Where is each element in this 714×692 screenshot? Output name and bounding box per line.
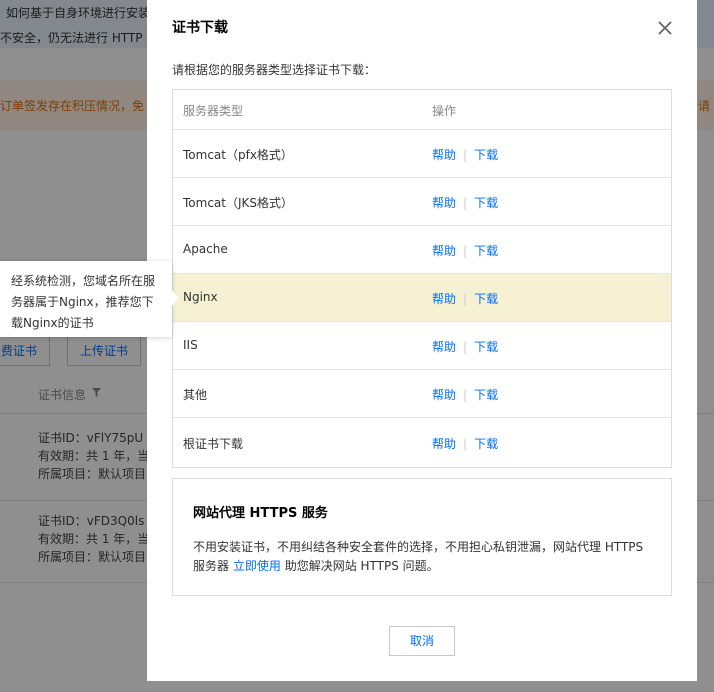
help-link[interactable]: 帮助	[432, 196, 456, 210]
download-link[interactable]: 下载	[474, 437, 498, 451]
table-header: 服务器类型 操作	[173, 90, 671, 130]
dialog-title: 证书下载	[172, 20, 228, 36]
server-type-header: 服务器类型	[183, 104, 244, 118]
https-proxy-panel: 网站代理 HTTPS 服务 不用安装证书，不用纠结各种安全套件的选择，不用担心私…	[172, 478, 672, 596]
table-row: 其他 帮助 | 下载	[173, 370, 671, 418]
tooltip-text: 经系统检测，您域名所在服务器属于Nginx，推荐您下载Nginx的证书	[11, 274, 156, 330]
help-link[interactable]: 帮助	[432, 244, 456, 258]
server-type-name: Apache	[183, 242, 228, 256]
download-link[interactable]: 下载	[474, 292, 498, 306]
table-row: IIS 帮助 | 下载	[173, 322, 671, 370]
server-type-name: Tomcat（JKS格式）	[183, 196, 294, 210]
table-row: Tomcat（JKS格式） 帮助 | 下载	[173, 178, 671, 226]
table-row: Tomcat（pfx格式） 帮助 | 下载	[173, 130, 671, 178]
https-proxy-title: 网站代理 HTTPS 服务	[193, 506, 328, 521]
help-link[interactable]: 帮助	[432, 388, 456, 402]
https-proxy-text: 不用安装证书，不用纠结各种安全套件的选择，不用担心私钥泄漏，网站代理 HTTPS…	[193, 540, 644, 573]
close-icon[interactable]	[656, 19, 674, 37]
table-row: 根证书下载 帮助 | 下载	[183, 437, 499, 451]
server-type-name: 根证书下载	[183, 437, 244, 451]
server-type-table: 服务器类型 操作 Tomcat（pfx格式） 帮助 | 下载 Tomcat（JKS格…	[172, 89, 672, 468]
help-link[interactable]: 帮助	[432, 148, 456, 162]
help-link[interactable]: 帮助	[432, 340, 456, 354]
table-row: Apache 帮助 | 下载	[173, 226, 671, 274]
download-link[interactable]: 下载	[474, 196, 498, 210]
action-header: 操作	[432, 104, 457, 118]
download-link[interactable]: 下载	[474, 340, 498, 354]
use-now-link[interactable]: 立即使用	[233, 559, 281, 573]
help-link[interactable]: 帮助	[432, 292, 456, 306]
tooltip-arrow	[172, 290, 179, 306]
server-type-name: Tomcat（pfx格式）	[183, 148, 293, 162]
download-link[interactable]: 下载	[474, 148, 498, 162]
server-type-name: 其他	[183, 388, 208, 402]
download-link[interactable]: 下载	[474, 388, 498, 402]
server-type-name: Nginx	[183, 290, 218, 304]
dialog-description: 请根据您的服务器类型选择证书下载：	[172, 63, 377, 77]
download-link[interactable]: 下载	[474, 244, 498, 258]
help-link[interactable]: 帮助	[432, 437, 456, 451]
recommendation-tooltip: 经系统检测，您域名所在服务器属于Nginx，推荐您下载Nginx的证书	[0, 261, 172, 337]
table-row-recommended: Nginx 帮助 | 下载	[173, 274, 671, 322]
cert-download-dialog: 证书下载 请根据您的服务器类型选择证书下载： 服务器类型 操作 Tomcat（p…	[147, 0, 697, 681]
cancel-button[interactable]: 取消	[389, 626, 455, 656]
server-type-name: IIS	[183, 338, 198, 352]
